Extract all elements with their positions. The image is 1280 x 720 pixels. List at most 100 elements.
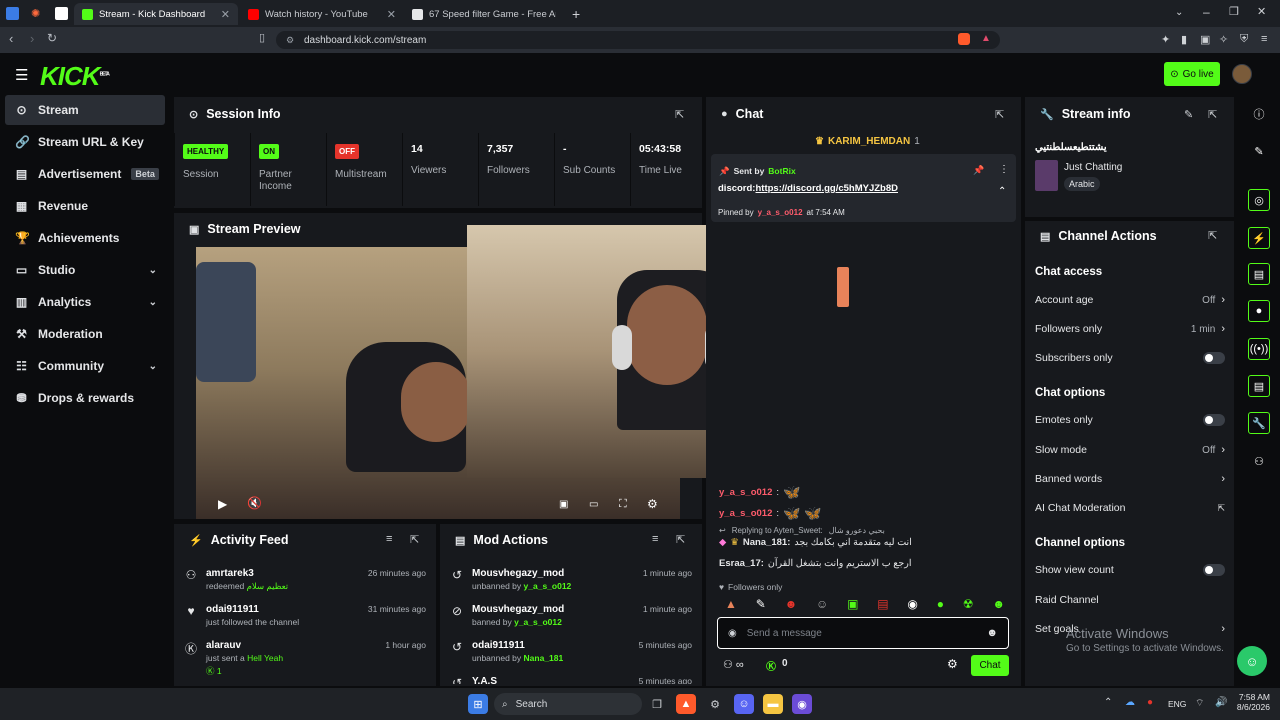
extensions-icon[interactable]: ✦ [1161,33,1170,46]
emote-icon[interactable]: ☢ [963,597,974,615]
raid-channel-row[interactable]: Raid Channel [1035,590,1225,610]
category-thumbnail[interactable] [1035,160,1058,191]
emote-icon[interactable]: ▤ [877,597,888,615]
more-icon[interactable]: ⋮ [999,164,1009,175]
sidebar-item-moderation[interactable]: ⚒ Moderation [5,319,165,349]
onedrive-icon[interactable]: ☁ [1125,697,1135,708]
task-view-icon[interactable]: ❐ [647,694,667,714]
vpn-icon[interactable]: ⛨ [1240,33,1248,46]
chat-icon[interactable]: ● [1248,300,1270,322]
taskbar-search[interactable]: ⌕ Search [494,693,642,715]
minimize-icon[interactable]: – [1203,5,1210,19]
file-explorer-icon[interactable]: ▬ [763,694,783,714]
mod-by[interactable]: y_a_s_o012 [514,617,562,627]
actions-icon[interactable]: ▤ [1248,375,1270,397]
close-window-icon[interactable]: ✕ [1257,5,1266,18]
chevron-down-icon[interactable]: ⌄ [149,361,157,372]
list-item[interactable]: ↺ odai911911 unbanned by Nana_181 5 minu… [450,640,692,663]
chat-username[interactable]: y_a_s_o012 [719,487,772,498]
chat-username[interactable]: y_a_s_o012 [719,508,772,519]
tab-list-icon[interactable]: ⌄ [1175,7,1183,18]
pip-icon[interactable]: ▣ [559,499,568,510]
sidebar-item-achievements[interactable]: 🏆 Achievements [5,223,165,253]
sidebar-item-community[interactable]: ☷ Community ⌄ [5,351,165,381]
emote-icon[interactable]: ▣ [847,597,858,615]
view-count-row[interactable]: Show view count [1035,560,1225,580]
emote-icon[interactable]: ☺ [816,597,828,615]
chat-message[interactable]: y_a_s_o012: 🦋 [719,484,800,501]
chat-username[interactable]: Nana_181: [743,537,791,548]
notion-icon[interactable] [55,7,68,20]
go-live-button[interactable]: ⊙ Go live [1164,62,1220,86]
subscribers-only-toggle[interactable] [1203,352,1225,364]
wifi-icon[interactable]: ⌔ [1195,697,1204,710]
list-item[interactable]: Ⓚ alarauv just sent a Hell Yeah Ⓚ 1 1 hour… [184,640,426,677]
popout-icon[interactable]: ⇱ [1208,229,1217,242]
emote-icon[interactable]: ● [937,597,944,615]
maximize-icon[interactable]: ❐ [1229,5,1239,18]
collapse-icon[interactable]: ⌃ [998,186,1006,197]
language-indicator[interactable]: ENG [1168,699,1186,709]
ai-moderation-row[interactable]: AI Chat Moderation ⇱ [1035,498,1225,518]
chevron-down-icon[interactable]: ⌄ [149,265,157,276]
chat-message[interactable]: Esraa_17: ارجع ب الاستريم وانت بتشغل الق… [719,558,911,569]
list-item[interactable]: ♥ odai911911 just followed the channel 3… [184,604,426,627]
top-gifter[interactable]: ♛ KARIM_HEMDAN 1 [815,136,920,147]
volume-icon[interactable]: 🔊 [1215,697,1227,708]
hamburger-icon[interactable]: ☰ [15,66,28,84]
bookmark-icon[interactable]: ▯ [259,31,265,44]
account-age-row[interactable]: Account age Off › [1035,290,1225,310]
document-icon[interactable]: ▤ [1248,263,1270,285]
wrench-icon[interactable]: 🔧 [1248,412,1270,434]
forward-icon[interactable]: › [30,31,34,46]
leo-icon[interactable]: ✧ [1219,33,1228,46]
play-icon[interactable]: ▶ [218,497,227,511]
close-tab-icon[interactable]: ✕ [221,8,230,21]
camera-icon[interactable]: ◎ [1248,189,1270,211]
kick-coin-icon[interactable]: ⚇ [1248,450,1270,472]
list-item[interactable]: ⚇ amrtarek3 redeemed تعظيم سلام 26 minute… [184,568,426,592]
wallet-icon[interactable]: ▣ [1200,33,1210,46]
popout-icon[interactable]: ⇱ [995,108,1004,121]
sidebar-panel-icon[interactable]: ▮ [1181,33,1187,46]
kick-logo[interactable]: KICKBETA [40,61,110,92]
discord-icon[interactable]: ☺ [734,694,754,714]
brave-shields-icon[interactable] [958,33,970,45]
chat-username[interactable]: Esraa_17: [719,558,764,569]
emote-icon[interactable]: ☻ [992,597,1005,615]
sidebar-item-advertisement[interactable]: ▤ Advertisement Beta [5,159,165,189]
brave-rewards-icon[interactable]: ▲ [981,33,991,44]
broadcast-icon[interactable]: ((•)) [1248,338,1270,360]
fullscreen-icon[interactable]: ⛶ [619,498,627,511]
sidebar-item-stream[interactable]: ⊙ Stream [5,95,165,125]
mod-by[interactable]: Nana_181 [524,653,564,663]
mod-target[interactable]: odai911911 [472,640,563,651]
emote-icon[interactable]: ☻ [785,597,798,615]
popout-icon[interactable]: ⇱ [675,108,684,121]
support-chat-icon[interactable]: ☺ [1237,646,1267,676]
reload-icon[interactable]: ↻ [47,31,57,45]
url-field[interactable]: dashboard.kick.com/stream [276,31,1000,49]
mod-target[interactable]: Mousvhegazy_mod [472,604,564,615]
category-name[interactable]: Just Chatting [1064,162,1122,173]
chat-message[interactable]: ◆ ♛ Nana_181: انت ليه متقدمة اني بكامك ب… [719,537,912,548]
sidebar-item-studio[interactable]: ▭ Studio ⌄ [5,255,165,285]
chat-input[interactable]: ◉ Send a message ☻ [717,617,1009,649]
discord-link[interactable]: https://discord.gg/c5hMYJZb8D [755,183,898,194]
app-icon[interactable]: ⚙ [705,694,725,714]
close-tab-icon[interactable]: ✕ [387,8,396,21]
windows-start-icon[interactable]: ⊞ [468,694,488,714]
mod-target[interactable]: Y.A.S [472,676,497,684]
feed-username[interactable]: alarauv [206,640,283,651]
popout-icon[interactable]: ⇱ [410,533,419,546]
mute-icon[interactable]: 🔇 [247,496,262,510]
sidebar-item-stream-url-key[interactable]: 🔗 Stream URL & Key [5,127,165,157]
mod-tools-icon[interactable]: ⚇ ∞ [723,658,744,671]
banned-words-row[interactable]: Banned words › [1035,469,1225,489]
new-tab-icon[interactable]: + [572,6,580,22]
unpin-icon[interactable]: 📌 [973,165,984,176]
list-item[interactable]: ↺ Mousvhegazy_mod unbanned by y_a_s_o012… [450,568,692,591]
brave-news-icon[interactable]: ✺ [31,7,44,20]
feed-username[interactable]: amrtarek3 [206,568,288,579]
info-icon[interactable]: ⓘ [1248,103,1270,125]
